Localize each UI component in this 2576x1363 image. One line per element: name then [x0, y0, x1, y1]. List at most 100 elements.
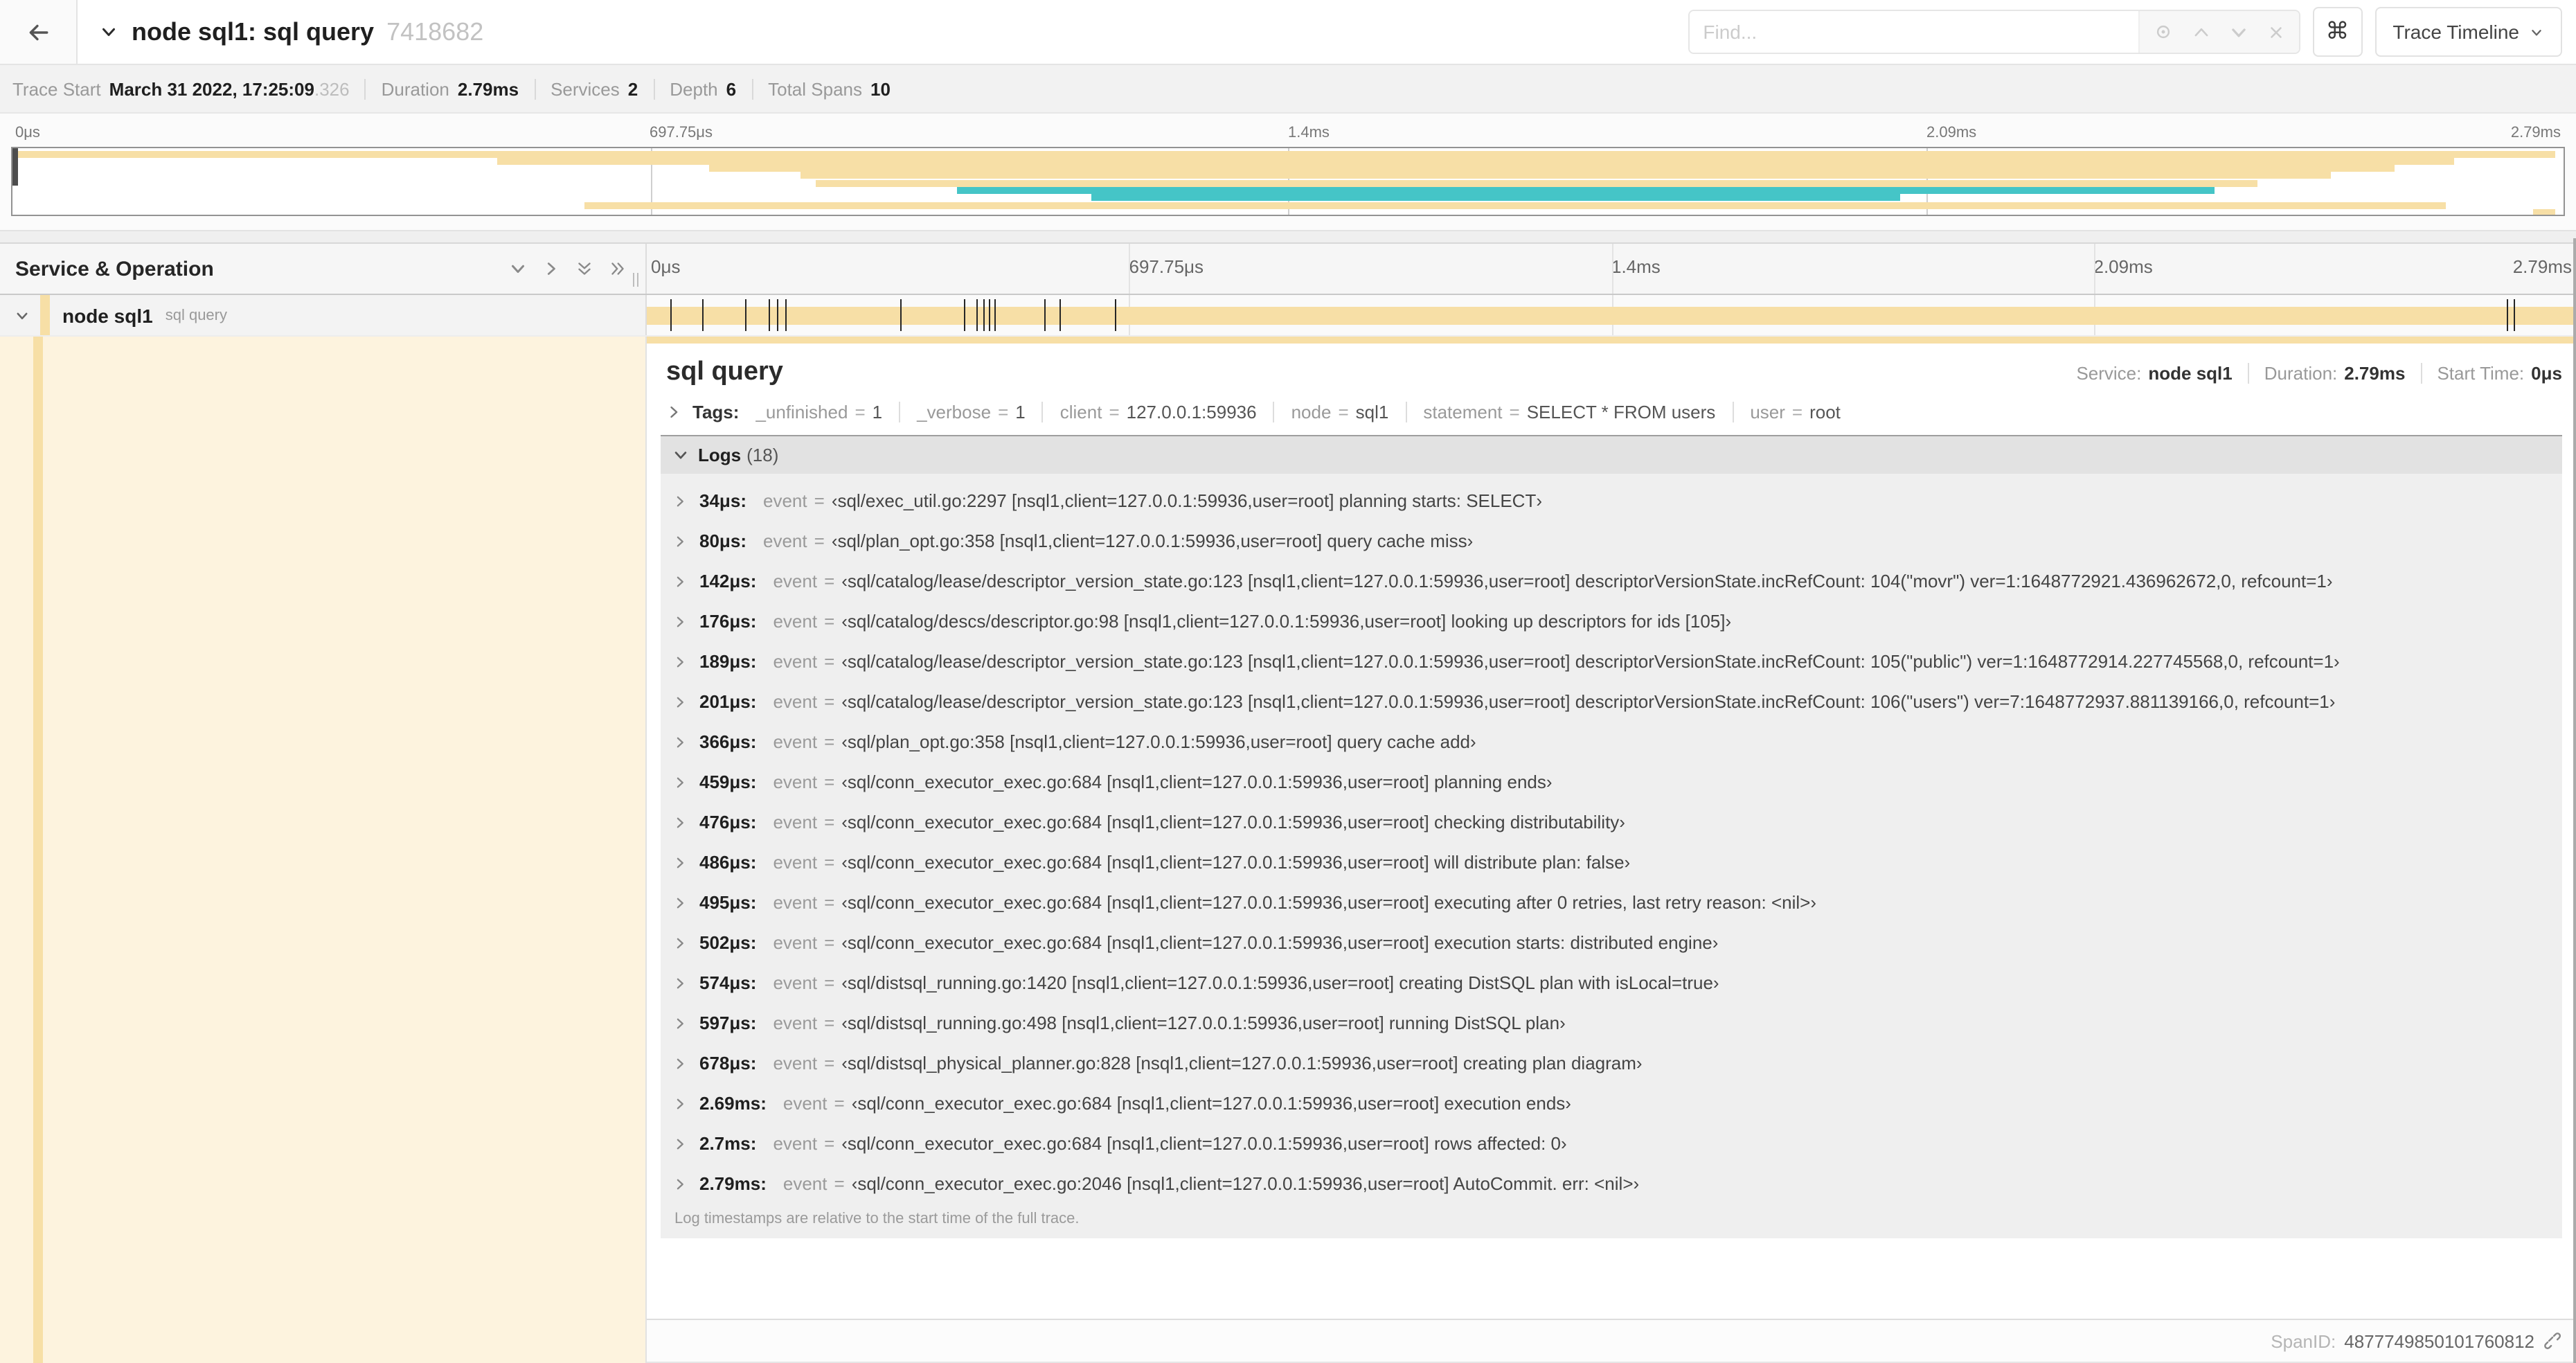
span-detail-area: sql query Service: node sql1 Duration: 2… [0, 337, 2576, 1363]
log-equals [824, 972, 834, 993]
chevron-right-icon[interactable] [673, 815, 687, 829]
tag-value: 127.0.0.1:59936 [1126, 402, 1257, 422]
span-id-bar: SpanID: 4877749850101760812 [647, 1319, 2576, 1363]
chevron-right-icon[interactable] [673, 695, 687, 709]
log-entry[interactable]: 2.79ms event ‹sql/conn_executor_exec.go:… [661, 1164, 2562, 1204]
span-row-label-cell[interactable]: node sql1 sql query [0, 295, 647, 335]
log-equals [824, 651, 834, 672]
log-equals [824, 892, 834, 913]
log-entry[interactable]: 2.69ms event ‹sql/conn_executor_exec.go:… [661, 1083, 2562, 1123]
log-entry[interactable]: 366μs event ‹sql/plan_opt.go:358 [nsql1,… [661, 722, 2562, 762]
chevron-right-icon[interactable] [673, 614, 687, 628]
log-entry[interactable]: 486μs event ‹sql/conn_executor_exec.go:6… [661, 842, 2562, 882]
log-timestamp: 176μs [699, 611, 756, 632]
tick-label: 1.4ms [1611, 256, 1661, 277]
log-event-tick [983, 299, 985, 331]
chevron-right-icon[interactable] [673, 494, 687, 508]
tick-label: 1.4ms [1288, 125, 1330, 141]
log-entry[interactable]: 176μs event ‹sql/catalog/descs/descripto… [661, 601, 2562, 641]
log-entry[interactable]: 502μs event ‹sql/conn_executor_exec.go:6… [661, 923, 2562, 963]
find-input[interactable] [1689, 11, 2138, 53]
log-field-key: event [773, 892, 818, 913]
log-entry[interactable]: 34μs event ‹sql/exec_util.go:2297 [nsql1… [661, 481, 2562, 521]
log-entry[interactable]: 142μs event ‹sql/catalog/lease/descripto… [661, 561, 2562, 601]
chevron-down-icon[interactable] [98, 24, 119, 40]
info-label: Total Spans [768, 78, 862, 99]
tag-equals [1338, 402, 1348, 422]
collapse-one-icon[interactable] [510, 260, 526, 277]
log-entry[interactable]: 80μs event ‹sql/plan_opt.go:358 [nsql1,c… [661, 521, 2562, 561]
log-field-key: event [773, 731, 818, 752]
collapse-all-icon[interactable] [576, 260, 593, 277]
chevron-right-icon[interactable] [673, 534, 687, 548]
logs-header[interactable]: Logs (18) [661, 436, 2562, 474]
chevron-down-icon[interactable] [2229, 23, 2247, 41]
chevron-right-icon[interactable] [673, 574, 687, 588]
log-entry[interactable]: 476μs event ‹sql/conn_executor_exec.go:6… [661, 802, 2562, 842]
chevron-up-icon[interactable] [2192, 23, 2210, 41]
logs-footer-note: Log timestamps are relative to the start… [674, 1211, 1080, 1227]
chevron-right-icon[interactable] [666, 404, 681, 420]
chevron-down-icon[interactable] [14, 308, 30, 322]
chevron-right-icon[interactable] [673, 855, 687, 869]
chevron-right-icon[interactable] [673, 936, 687, 950]
detail-left-column [0, 337, 647, 1363]
meta-item: Start Time: 0μs [2420, 362, 2562, 383]
log-field-key: event [773, 611, 818, 632]
minimap-span [708, 165, 2395, 172]
tags-row[interactable]: Tags: _unfinished 1 _verbose 1 [647, 395, 2576, 435]
chevron-right-icon[interactable] [673, 976, 687, 990]
clear-icon[interactable] [2266, 23, 2284, 41]
span-id-label: SpanID: [2271, 1330, 2336, 1351]
log-entry[interactable]: 459μs event ‹sql/conn_executor_exec.go:6… [661, 762, 2562, 802]
minimap-scrubber-handle[interactable] [12, 148, 18, 186]
chevron-right-icon[interactable] [673, 896, 687, 909]
log-timestamp: 2.79ms [699, 1173, 767, 1194]
minimap-canvas[interactable] [11, 147, 2565, 216]
timeline-header-row: Service & Operation 0μs 697.75μs 1.4ms 2.09… [0, 244, 2576, 295]
target-icon[interactable] [2153, 22, 2172, 42]
column-resizer-grip[interactable] [633, 273, 638, 287]
keyboard-shortcuts-button[interactable]: ⌘ [2312, 7, 2363, 57]
chevron-right-icon[interactable] [673, 775, 687, 789]
chevron-right-icon[interactable] [673, 1137, 687, 1150]
log-field-key: event [773, 691, 818, 712]
info-value: 2.79ms [457, 78, 519, 99]
meta-item: Service: node sql1 [2076, 362, 2232, 383]
log-entry[interactable]: 574μs event ‹sql/distsql_running.go:1420… [661, 963, 2562, 1003]
arrow-left-icon [26, 20, 50, 44]
tag-value: root [1809, 402, 1841, 422]
log-entry[interactable]: 2.7ms event ‹sql/conn_executor_exec.go:6… [661, 1123, 2562, 1164]
expand-one-icon[interactable] [543, 260, 560, 277]
scrollbar[interactable] [2573, 238, 2576, 1363]
expand-all-icon[interactable] [609, 260, 626, 277]
log-field-key: event [763, 490, 807, 511]
log-timestamp: 80μs [699, 531, 746, 551]
log-event-tick [1115, 299, 1117, 331]
link-icon[interactable] [2543, 1331, 2562, 1351]
chevron-right-icon[interactable] [673, 1096, 687, 1110]
log-field-key: event [773, 932, 818, 953]
log-entry[interactable]: 495μs event ‹sql/conn_executor_exec.go:6… [661, 882, 2562, 923]
back-button[interactable] [0, 0, 78, 64]
chevron-right-icon[interactable] [673, 1177, 687, 1191]
chevron-right-icon[interactable] [673, 654, 687, 668]
span-bar-cell[interactable] [647, 295, 2576, 335]
span-id-value: 4877749850101760812 [2344, 1330, 2534, 1351]
info-value: 2 [627, 78, 638, 99]
view-selector-button[interactable]: Trace Timeline [2374, 7, 2562, 57]
log-timestamp: 366μs [699, 731, 756, 752]
log-entry[interactable]: 189μs event ‹sql/catalog/lease/descripto… [661, 641, 2562, 682]
tag-value: 1 [872, 402, 883, 422]
tag-equals [998, 402, 1008, 422]
chevron-right-icon[interactable] [673, 735, 687, 749]
tag-key: _unfinished [755, 402, 848, 422]
meta-label: Service: [2076, 362, 2142, 383]
chevron-right-icon[interactable] [673, 1056, 687, 1070]
chevron-right-icon[interactable] [673, 1016, 687, 1030]
tag-key: _verbose [917, 402, 992, 422]
log-entry[interactable]: 678μs event ‹sql/distsql_physical_planne… [661, 1043, 2562, 1083]
log-entry[interactable]: 201μs event ‹sql/catalog/lease/descripto… [661, 682, 2562, 722]
log-entry[interactable]: 597μs event ‹sql/distsql_running.go:498 … [661, 1003, 2562, 1043]
span-row[interactable]: node sql1 sql query [0, 295, 2576, 337]
